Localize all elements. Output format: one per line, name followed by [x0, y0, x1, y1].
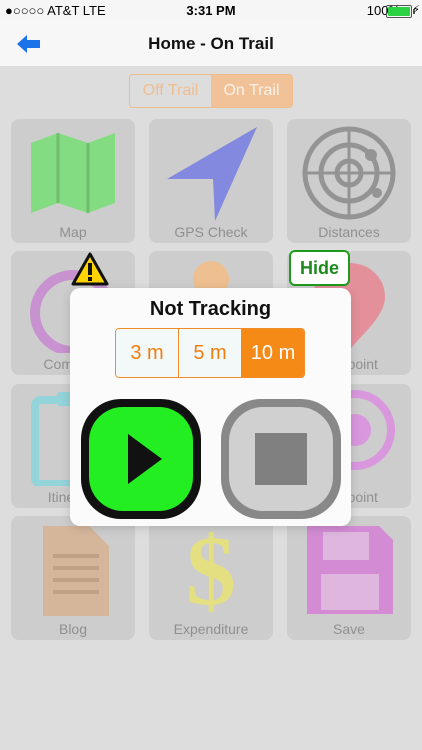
clock: 3:31 PM [186, 3, 236, 18]
distance-option-5m[interactable]: 5 m [179, 329, 242, 377]
hide-button[interactable]: Hide [289, 250, 350, 286]
warning-icon [71, 252, 109, 286]
distance-selector: 3 m 5 m 10 m [115, 328, 305, 378]
page-title: Home - On Trail [148, 34, 274, 53]
charging-icon: ⚡ [412, 4, 420, 16]
tracking-dialog: Not Tracking 3 m 5 m 10 m [70, 288, 351, 526]
navigation-bar: Home - On Trail [0, 22, 422, 67]
battery-icon [386, 5, 415, 18]
stop-button[interactable] [218, 396, 344, 522]
play-button[interactable] [78, 396, 204, 522]
status-bar: ●○○○○ AT&T LTE 3:31 PM 100% ⚡ [0, 0, 422, 22]
distance-option-10m[interactable]: 10 m [242, 329, 304, 377]
dialog-title: Not Tracking [149, 298, 272, 320]
stop-icon [255, 433, 307, 485]
distance-option-3m[interactable]: 3 m [116, 329, 179, 377]
